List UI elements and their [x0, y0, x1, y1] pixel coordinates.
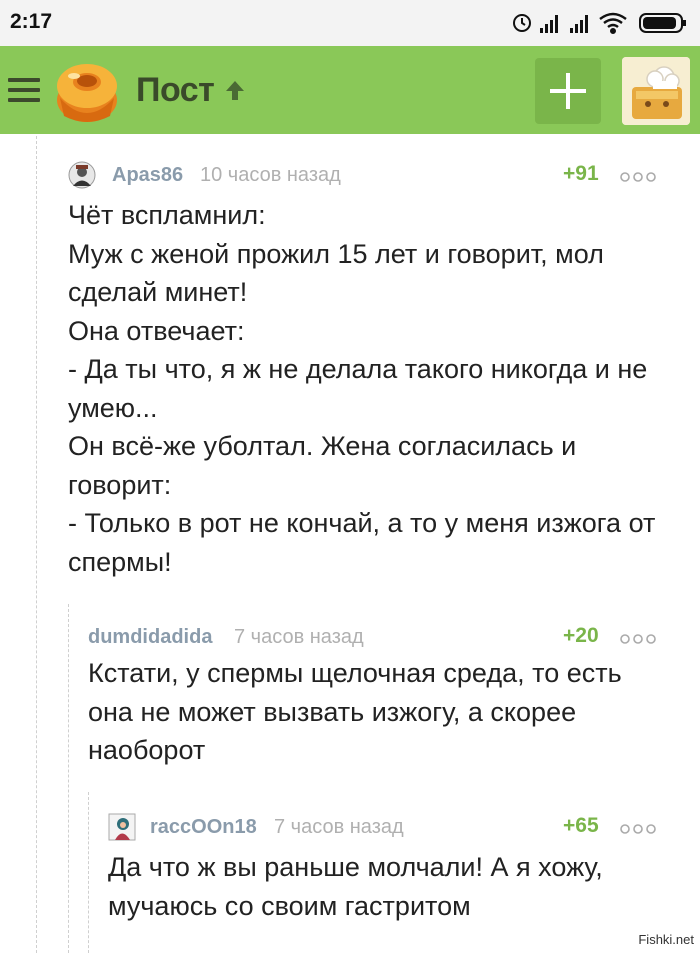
title-group: Пост [136, 70, 248, 110]
thread-line-level-3 [88, 792, 89, 953]
comment-header: raccOOn18 7 часов назад +65 [108, 812, 688, 842]
alarm-icon [513, 14, 531, 32]
comment: dumdidadida 7 часов назад +20 Кстати, у … [88, 622, 688, 782]
user-avatar-button[interactable] [622, 57, 690, 125]
pikabu-logo-icon[interactable] [52, 58, 122, 124]
comment-header: Apas86 10 часов назад +91 [68, 160, 688, 190]
more-options-icon[interactable] [619, 633, 657, 645]
comment-author[interactable]: raccOOn18 [150, 816, 257, 839]
comment-author[interactable]: Apas86 [112, 164, 183, 187]
comment-text: Кстати, у спермы щелочная среда, то есть… [88, 658, 622, 765]
status-time: 2:17 [10, 10, 53, 33]
status-icons [512, 10, 688, 36]
chef-avatar-icon [622, 57, 690, 125]
user-avatar-icon[interactable] [68, 161, 96, 189]
user-avatar-icon[interactable] [108, 813, 136, 841]
comment-text: Чёт вспламнил: Муж с женой прожил 15 лет… [68, 200, 656, 577]
page-title: Пост [136, 70, 215, 109]
thread-line-level-1 [36, 136, 37, 953]
up-arrow-icon[interactable] [222, 77, 248, 103]
comment: raccOOn18 7 часов назад +65 Да что ж вы … [108, 812, 688, 942]
comment-text: Да что ж вы раньше молчали! А я хожу, му… [108, 852, 603, 921]
comment-time: 7 часов назад [234, 626, 364, 648]
battery-icon [639, 13, 686, 33]
comment-author[interactable]: dumdidadida [88, 626, 212, 649]
comment-rating: +91 [563, 162, 599, 185]
app-bar: Пост [0, 46, 700, 134]
status-bar: 2:17 [0, 0, 700, 46]
add-post-button[interactable] [535, 58, 601, 124]
thread-line-level-2 [68, 604, 69, 953]
comment-header: dumdidadida 7 часов назад +20 [88, 622, 688, 652]
comment: Apas86 10 часов назад +91 Чёт вспламнил:… [68, 160, 688, 580]
comment-rating: +20 [563, 624, 599, 647]
wifi-icon [599, 12, 627, 35]
comment-time: 10 часов назад [200, 164, 341, 186]
more-options-icon[interactable] [619, 171, 657, 183]
watermark: Fishki.net [636, 932, 696, 947]
comment-rating: +65 [563, 814, 599, 837]
more-options-icon[interactable] [619, 823, 657, 835]
plus-icon [550, 73, 586, 109]
signal-icon-2 [570, 15, 588, 33]
hamburger-menu-icon[interactable] [8, 78, 40, 104]
comment-time: 7 часов назад [274, 816, 404, 838]
signal-icon [540, 15, 558, 33]
